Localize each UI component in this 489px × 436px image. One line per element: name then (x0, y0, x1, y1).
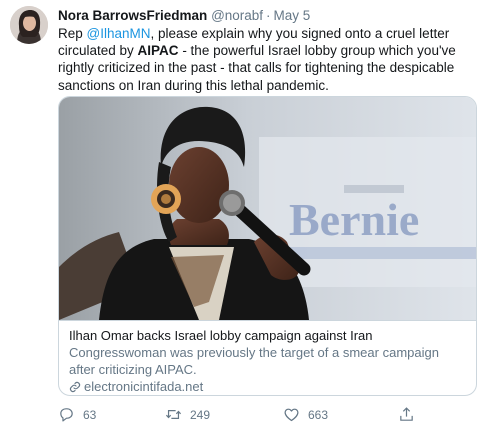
card-image-text: Bernie (289, 194, 419, 245)
card-domain: electronicintifada.net (69, 378, 468, 395)
tweet-actions: 63 249 663 (58, 406, 478, 426)
tweet[interactable]: Nora BarrowsFriedman @norabf · May 5 Rep @… (0, 0, 489, 436)
link-card[interactable]: Bernie Ilhan Omar backs Israel lobby cam… (58, 96, 477, 396)
reply-icon (60, 408, 73, 422)
tweet-text: Rep @IlhanMN, please explain why you sig… (58, 25, 476, 94)
user-handle[interactable]: @norabf (211, 8, 263, 23)
heart-icon (284, 408, 299, 422)
tweet-text-part: Rep (58, 26, 87, 41)
reply-count: 63 (83, 407, 97, 422)
share-icon (400, 407, 413, 421)
avatar[interactable] (10, 6, 48, 44)
card-description: Congresswoman was previously the target … (69, 345, 439, 377)
like-count: 663 (308, 407, 329, 422)
tweet-date[interactable]: May 5 (274, 8, 311, 23)
tweet-text-bold: AIPAC (137, 43, 179, 59)
tweet-header: Nora BarrowsFriedman @norabf · May 5 (58, 7, 310, 25)
card-info[interactable]: Ilhan Omar backs Israel lobby campaign a… (59, 320, 476, 395)
retweet-button[interactable]: 249 (165, 406, 210, 423)
display-name[interactable]: Nora BarrowsFriedman (58, 8, 207, 23)
card-title: Ilhan Omar backs Israel lobby campaign a… (69, 328, 373, 343)
separator-dot: · (266, 8, 271, 23)
like-button[interactable]: 663 (283, 406, 328, 423)
card-domain-text: electronicintifada.net (84, 379, 204, 394)
link-icon (69, 381, 81, 392)
retweet-icon (165, 410, 182, 419)
card-image[interactable]: Bernie (59, 97, 476, 320)
retweet-count: 249 (190, 407, 211, 422)
share-button[interactable] (398, 406, 423, 423)
mention-link[interactable]: @IlhanMN (87, 26, 151, 41)
reply-button[interactable]: 63 (58, 406, 96, 423)
